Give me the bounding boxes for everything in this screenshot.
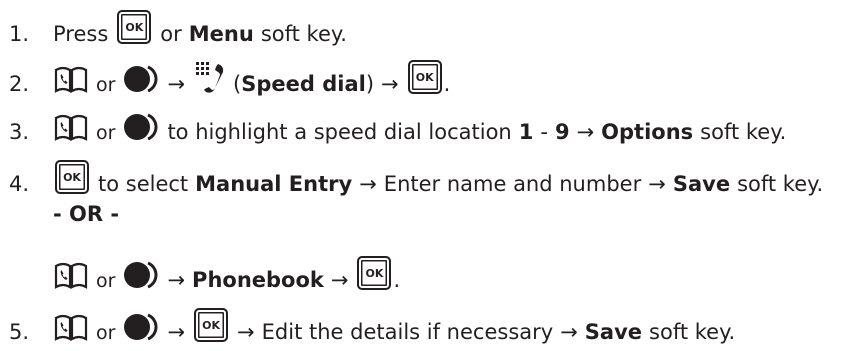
step-text: Edit the details if necessary <box>261 320 554 344</box>
step-text: or <box>96 322 116 344</box>
arrow-icon: → <box>560 320 578 344</box>
arrow-icon: → <box>648 172 666 196</box>
step-text: or <box>96 74 116 96</box>
nav-key-icon <box>122 64 160 94</box>
step-text: soft key. <box>737 172 824 196</box>
step-text: or <box>96 122 116 144</box>
step-content: - OR - <box>53 202 119 226</box>
arrow-icon: → <box>167 268 186 292</box>
arrow-icon: → <box>359 172 377 196</box>
step-text: soft key. <box>649 320 736 344</box>
arrow-icon: → <box>381 72 399 96</box>
save-label: Save <box>672 172 731 196</box>
location-end: 9 <box>554 120 570 144</box>
step-content: or → (Speed dial) → OK . <box>53 60 450 96</box>
step-text: to highlight a speed dial location <box>167 120 512 144</box>
ok-key-icon: OK <box>357 256 392 290</box>
or-divider: - OR - <box>53 202 120 226</box>
speed-dial-label: Speed dial <box>241 72 366 96</box>
step-number: 5. <box>9 320 30 344</box>
step-text: soft key. <box>260 22 347 46</box>
options-label: Options <box>601 120 694 144</box>
step-number: 3. <box>9 120 30 144</box>
step-text: soft key. <box>700 120 787 144</box>
phonebook-key-icon <box>53 260 89 290</box>
step-text: or <box>96 270 116 292</box>
nav-key-icon <box>122 312 160 342</box>
menu-label: Menu <box>188 22 254 46</box>
ok-key-icon: OK <box>55 160 89 194</box>
step-text: . <box>393 268 401 292</box>
phonebook-key-icon <box>53 312 89 342</box>
arrow-icon: → <box>167 320 186 344</box>
step-content: or → OK → Edit the details if necessary … <box>53 308 735 344</box>
step-content: OK to select Manual Entry → Enter name a… <box>53 160 823 196</box>
manual-entry-label: Manual Entry <box>195 172 353 196</box>
step-number: 4. <box>9 172 30 196</box>
step-text: Press <box>53 22 109 46</box>
ok-key-icon: OK <box>117 10 152 44</box>
arrow-icon: → <box>167 72 186 96</box>
step-text: ( <box>233 72 242 96</box>
arrow-icon: → <box>576 120 595 144</box>
step-content: Press OK or Menu soft key. <box>53 10 347 46</box>
step-text: . <box>443 72 451 96</box>
save-label: Save <box>584 320 643 344</box>
ok-key-icon: OK <box>407 60 442 94</box>
arrow-icon: → <box>237 320 255 344</box>
location-start: 1 <box>518 120 534 144</box>
instruction-list: 1. Press OK or Menu soft key. 2. or → (… <box>0 0 854 351</box>
step-number: 2. <box>9 72 30 96</box>
phonebook-key-icon <box>53 64 89 94</box>
step-content: or to highlight a speed dial location 1 … <box>53 112 786 144</box>
step-text: - <box>540 120 548 144</box>
arrow-icon: → <box>330 268 349 292</box>
ok-key-icon: OK <box>194 308 229 342</box>
step-text: or <box>160 22 182 46</box>
phonebook-label: Phonebook <box>192 268 324 292</box>
nav-key-icon <box>122 112 160 142</box>
speed-dial-icon <box>192 60 226 94</box>
step-number: 1. <box>9 22 30 46</box>
step-text: ) <box>365 72 375 96</box>
phonebook-key-icon <box>53 112 89 142</box>
step-content: or → Phonebook → OK. <box>53 256 400 292</box>
nav-key-icon <box>122 260 160 290</box>
step-text: Enter name and number <box>383 172 642 196</box>
step-text: to select <box>98 172 189 196</box>
